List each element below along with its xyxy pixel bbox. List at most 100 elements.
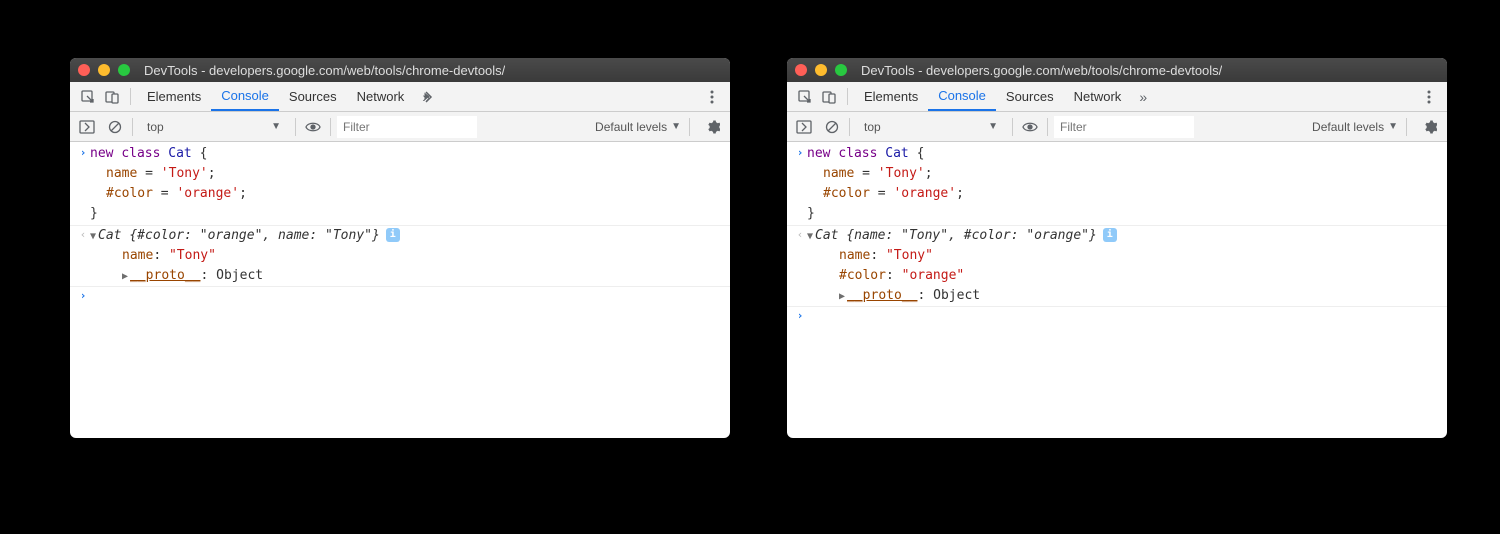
code-line: new class Cat {	[90, 144, 724, 164]
device-toolbar-icon[interactable]	[100, 82, 124, 111]
object-property-row[interactable]: #color: "orange"	[787, 266, 1447, 286]
console-input-row: › new class Cat {	[70, 144, 730, 164]
separator	[132, 118, 133, 136]
sidebar-toggle-icon[interactable]	[793, 116, 815, 138]
console-body[interactable]: › new class Cat { name = 'Tony'; #color …	[787, 142, 1447, 324]
minimize-window-button[interactable]	[815, 64, 827, 76]
code-line: }	[807, 204, 1441, 224]
eye-icon[interactable]	[302, 116, 324, 138]
separator	[130, 88, 131, 105]
code-line: #color = 'orange';	[807, 184, 1441, 204]
separator	[1012, 118, 1013, 136]
separator	[689, 118, 690, 136]
clear-console-icon[interactable]	[104, 116, 126, 138]
tab-sources[interactable]: Sources	[996, 82, 1064, 111]
separator	[330, 118, 331, 136]
more-tabs-icon[interactable]: »	[414, 82, 438, 111]
tab-console[interactable]: Console	[211, 82, 279, 111]
tab-elements[interactable]: Elements	[854, 82, 928, 111]
close-window-button[interactable]	[78, 64, 90, 76]
console-input-row: #color = 'orange';	[787, 184, 1447, 204]
dropdown-icon: ▼	[271, 121, 281, 132]
console-input-row: }	[787, 204, 1447, 225]
dropdown-icon: ▼	[1388, 121, 1398, 132]
window-title: DevTools - developers.google.com/web/too…	[861, 63, 1222, 78]
prompt-icon: ›	[76, 144, 90, 164]
prompt-icon: ›	[76, 287, 90, 304]
sidebar-toggle-icon[interactable]	[76, 116, 98, 138]
traffic-lights	[795, 64, 847, 76]
console-prompt-row[interactable]: ›	[70, 287, 730, 304]
tab-console[interactable]: Console	[928, 82, 996, 111]
tab-sources[interactable]: Sources	[279, 82, 347, 111]
window-titlebar[interactable]: DevTools - developers.google.com/web/too…	[787, 58, 1447, 82]
settings-gear-icon[interactable]	[702, 116, 724, 138]
eye-icon[interactable]	[1019, 116, 1041, 138]
minimize-window-button[interactable]	[98, 64, 110, 76]
expand-arrow-icon[interactable]: ▶	[122, 269, 128, 285]
inspect-icon[interactable]	[793, 82, 817, 111]
separator	[1406, 118, 1407, 136]
context-selector[interactable]: top ▼	[139, 116, 289, 138]
code-line: #color = 'orange';	[90, 184, 724, 204]
more-tabs-icon[interactable]: »	[1131, 82, 1155, 111]
close-window-button[interactable]	[795, 64, 807, 76]
object-property-row[interactable]: name: "Tony"	[787, 246, 1447, 266]
console-output-row[interactable]: ‹ ▼Cat {name: "Tony", #color: "orange"}i	[787, 226, 1447, 246]
console-toolbar: top ▼ Default levels ▼	[70, 112, 730, 142]
console-toolbar: top ▼ Default levels ▼	[787, 112, 1447, 142]
code-line: }	[90, 204, 724, 224]
context-label: top	[147, 120, 164, 134]
info-badge-icon[interactable]: i	[386, 228, 400, 242]
devtools-tabbar: Elements Console Sources Network »	[787, 82, 1447, 112]
devtools-window: DevTools - developers.google.com/web/too…	[787, 58, 1447, 438]
console-output-row[interactable]: ‹ ▼Cat {#color: "orange", name: "Tony"}i	[70, 226, 730, 246]
tab-network[interactable]: Network	[347, 82, 415, 111]
separator	[849, 118, 850, 136]
tab-elements[interactable]: Elements	[137, 82, 211, 111]
prompt-icon: ›	[793, 144, 807, 164]
levels-label: Default levels	[1312, 120, 1384, 134]
object-property-row[interactable]: ▶__proto__: Object	[787, 286, 1447, 307]
expand-arrow-icon[interactable]: ▶	[839, 289, 845, 305]
console-body[interactable]: › new class Cat { name = 'Tony'; #color …	[70, 142, 730, 304]
traffic-lights	[78, 64, 130, 76]
filter-input[interactable]	[337, 116, 477, 138]
separator	[847, 88, 848, 105]
log-levels-selector[interactable]: Default levels ▼	[1310, 120, 1400, 134]
dropdown-icon: ▼	[671, 121, 681, 132]
expand-arrow-icon[interactable]: ▼	[90, 229, 96, 245]
device-toolbar-icon[interactable]	[817, 82, 841, 111]
window-titlebar[interactable]: DevTools - developers.google.com/web/too…	[70, 58, 730, 82]
tab-network[interactable]: Network	[1064, 82, 1132, 111]
context-selector[interactable]: top ▼	[856, 116, 1006, 138]
console-input-row: › new class Cat {	[787, 144, 1447, 164]
window-title: DevTools - developers.google.com/web/too…	[144, 63, 505, 78]
console-input-row: name = 'Tony';	[70, 164, 730, 184]
code-line: new class Cat {	[807, 144, 1441, 164]
object-property-row[interactable]: ▶__proto__: Object	[70, 266, 730, 287]
object-property-row[interactable]: name: "Tony"	[70, 246, 730, 266]
output-icon: ‹	[793, 226, 807, 246]
kebab-menu-icon[interactable]	[700, 82, 724, 111]
maximize-window-button[interactable]	[835, 64, 847, 76]
clear-console-icon[interactable]	[821, 116, 843, 138]
settings-gear-icon[interactable]	[1419, 116, 1441, 138]
code-line: name = 'Tony';	[90, 164, 724, 184]
console-prompt-row[interactable]: ›	[787, 307, 1447, 324]
context-label: top	[864, 120, 881, 134]
filter-input[interactable]	[1054, 116, 1194, 138]
devtools-window: DevTools - developers.google.com/web/too…	[70, 58, 730, 438]
separator	[295, 118, 296, 136]
console-input-row: #color = 'orange';	[70, 184, 730, 204]
object-summary: ▼Cat {#color: "orange", name: "Tony"}i	[90, 226, 724, 246]
prompt-icon: ›	[793, 307, 807, 324]
inspect-icon[interactable]	[76, 82, 100, 111]
levels-label: Default levels	[595, 120, 667, 134]
info-badge-icon[interactable]: i	[1103, 228, 1117, 242]
console-input-row: name = 'Tony';	[787, 164, 1447, 184]
expand-arrow-icon[interactable]: ▼	[807, 229, 813, 245]
kebab-menu-icon[interactable]	[1417, 82, 1441, 111]
maximize-window-button[interactable]	[118, 64, 130, 76]
log-levels-selector[interactable]: Default levels ▼	[593, 120, 683, 134]
